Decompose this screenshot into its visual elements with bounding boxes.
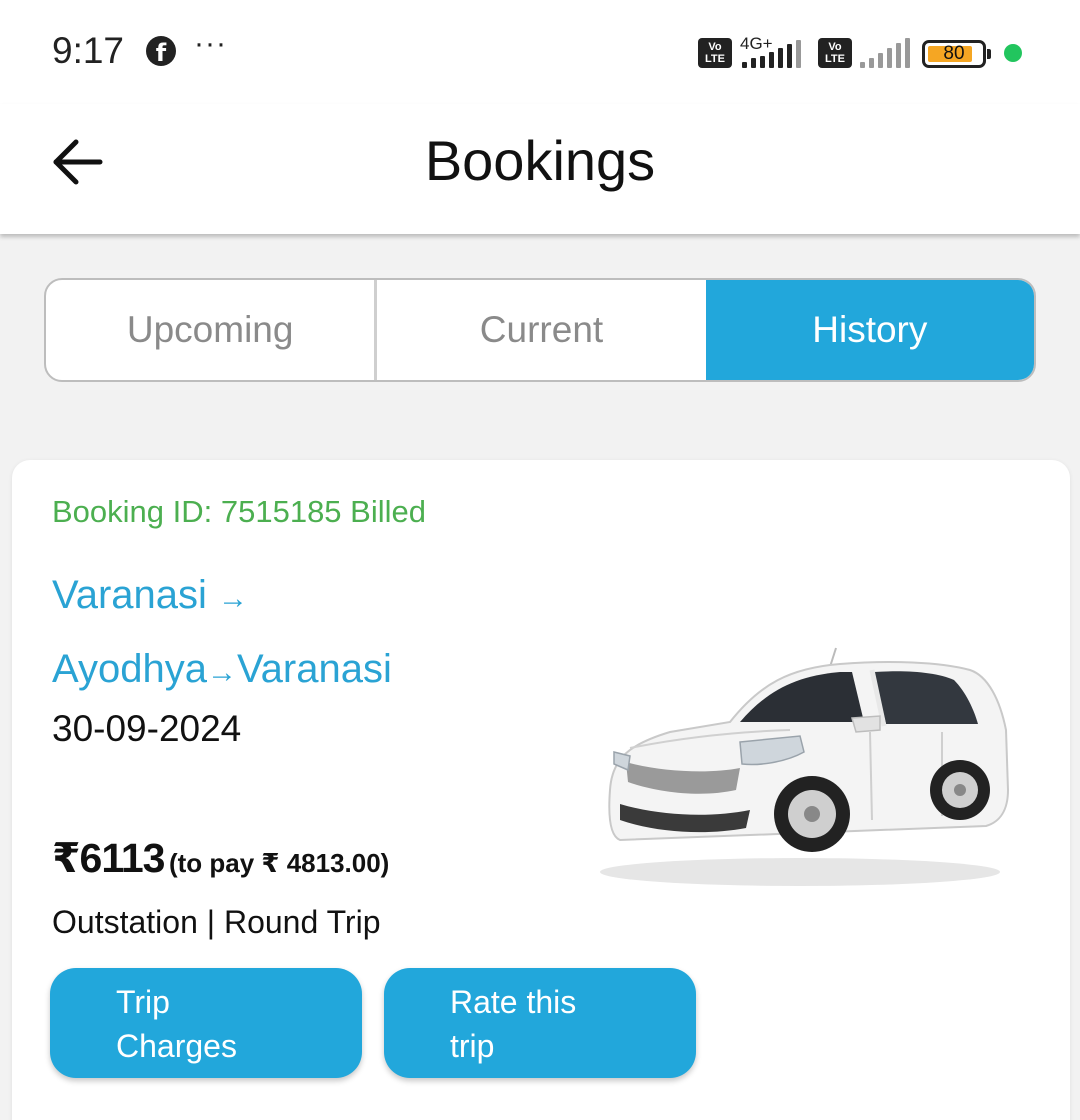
trip-date: 30-09-2024 — [52, 708, 242, 749]
status-bar: 9:17 f ··· Vo LTE 4G+ Vo LTE 80 — [0, 0, 1080, 104]
privacy-indicator-dot — [1004, 44, 1022, 62]
trip-price: ₹6113 (to pay ₹ 4813.00) — [52, 834, 389, 882]
price-amount: ₹6113 — [52, 835, 165, 881]
signal-strength-icon — [742, 38, 808, 68]
tab-current[interactable]: Current — [374, 280, 705, 380]
trip-charges-label-line2: Charges — [116, 1028, 237, 1064]
app-bar: Bookings — [0, 104, 1080, 234]
page-title: Bookings — [424, 129, 656, 192]
rate-trip-label-line1: Rate this — [450, 984, 577, 1020]
tab-history[interactable]: History — [705, 280, 1034, 380]
trip-charges-label-line1: Trip — [116, 984, 170, 1020]
volte-icon: Vo LTE — [698, 38, 732, 68]
tab-upcoming[interactable]: Upcoming — [46, 280, 374, 380]
rate-trip-button[interactable]: Rate this trip — [384, 968, 696, 1078]
booking-id-status: Booking ID: 7515185 Billed — [52, 494, 426, 529]
rate-trip-label-line2: trip — [450, 1028, 495, 1064]
route-arrow-icon: → — [206, 656, 237, 689]
car-image — [600, 647, 1010, 886]
signal-strength-icon-sim2 — [860, 38, 910, 68]
more-notifications-icon: ··· — [194, 27, 227, 60]
trip-route: Varanasi → Ayodhya→Varanasi — [52, 560, 392, 708]
trip-type: Outstation | Round Trip — [52, 904, 381, 940]
booking-tabs: Upcoming Current History — [44, 278, 1036, 382]
trip-charges-button[interactable]: Trip Charges — [50, 968, 362, 1078]
route-to: Varanasi — [236, 647, 392, 691]
status-time: 9:17 — [52, 30, 125, 71]
route-from: Varanasi — [52, 573, 207, 617]
route-via: Ayodhya — [52, 647, 207, 691]
facebook-icon: f — [146, 36, 176, 66]
booking-card[interactable]: Booking ID: 7515185 Billed Varanasi → Ay… — [12, 460, 1070, 1120]
amount-to-pay: (to pay ₹ 4813.00) — [168, 848, 390, 878]
route-arrow-icon: → — [218, 582, 249, 615]
volte-icon-sim2: Vo LTE — [818, 38, 852, 68]
battery-level: 80 — [943, 43, 965, 64]
battery-icon: 80 — [922, 40, 991, 68]
